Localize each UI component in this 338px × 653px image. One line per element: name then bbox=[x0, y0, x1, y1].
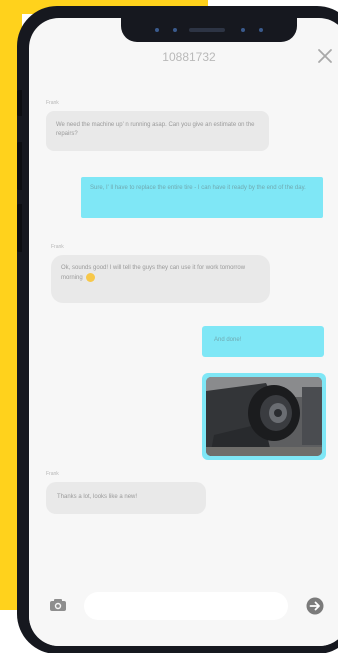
close-icon[interactable] bbox=[315, 46, 335, 66]
mute-switch bbox=[17, 90, 22, 116]
outgoing-image-bubble[interactable] bbox=[202, 373, 326, 460]
phone-notch bbox=[121, 18, 297, 42]
volume-down-button bbox=[17, 204, 22, 252]
sensor-dot bbox=[155, 28, 159, 32]
message-text: Sure, I' ll have to replace the entire t… bbox=[90, 185, 306, 191]
message-sender-label: Frank bbox=[51, 244, 64, 250]
app-canvas: 10881732 Frank We need the machine up' n… bbox=[0, 0, 338, 653]
speaker-grille bbox=[189, 28, 225, 32]
message-text: We need the machine up' n running asap. … bbox=[56, 122, 255, 137]
sensor-dot bbox=[241, 28, 245, 32]
chat-screen: 10881732 Frank We need the machine up' n… bbox=[29, 18, 338, 646]
message-sender-label: Frank bbox=[46, 100, 59, 106]
chat-title: 10881732 bbox=[162, 50, 216, 64]
message-text: And done! bbox=[214, 337, 242, 343]
sensor-dot bbox=[259, 28, 263, 32]
camera-lens-dot bbox=[173, 28, 177, 32]
outgoing-message-bubble: And done! bbox=[202, 326, 324, 357]
incoming-message-bubble: Thanks a lot, looks like a new! bbox=[46, 482, 206, 514]
message-composer bbox=[29, 576, 338, 646]
message-sender-label: Frank bbox=[46, 471, 59, 477]
camera-icon[interactable] bbox=[49, 598, 67, 612]
outgoing-message-bubble: Sure, I' ll have to replace the entire t… bbox=[81, 177, 323, 218]
message-input[interactable] bbox=[84, 592, 288, 620]
incoming-message-bubble: We need the machine up' n running asap. … bbox=[46, 111, 269, 151]
send-arrow-icon[interactable] bbox=[306, 597, 324, 615]
smiley-face-icon bbox=[85, 273, 95, 282]
message-text: Thanks a lot, looks like a new! bbox=[57, 494, 138, 500]
incoming-message-bubble: Ok, sounds good! I will tell the guys th… bbox=[51, 255, 270, 303]
volume-up-button bbox=[17, 142, 22, 190]
tractor-tire-photo bbox=[206, 377, 322, 456]
chat-header: 10881732 bbox=[29, 42, 338, 76]
